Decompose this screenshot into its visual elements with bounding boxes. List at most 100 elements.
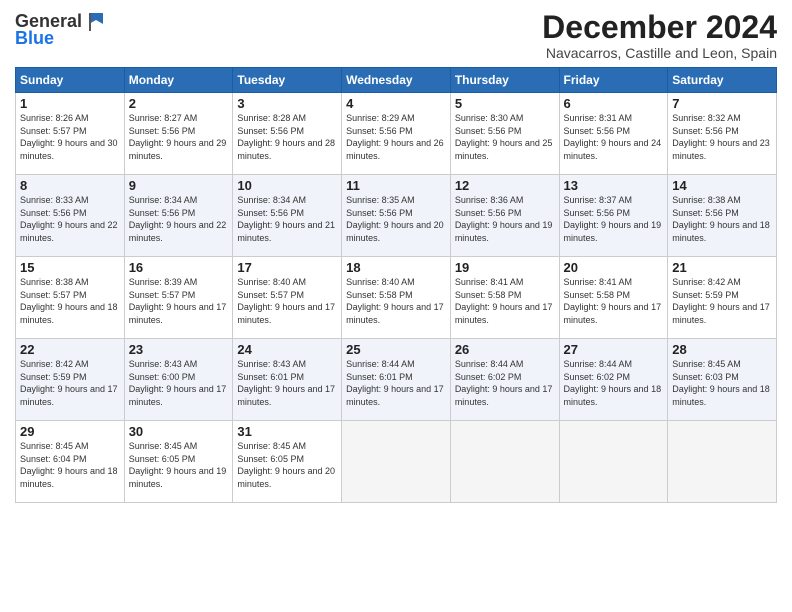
logo-text-blue: Blue	[15, 28, 54, 49]
day-number: 2	[129, 96, 229, 111]
calendar-cell	[342, 421, 451, 503]
calendar-cell: 9 Sunrise: 8:34 AM Sunset: 5:56 PM Dayli…	[124, 175, 233, 257]
day-info: Sunrise: 8:45 AM Sunset: 6:04 PM Dayligh…	[20, 440, 120, 490]
calendar-cell: 25 Sunrise: 8:44 AM Sunset: 6:01 PM Dayl…	[342, 339, 451, 421]
day-number: 17	[237, 260, 337, 275]
day-number: 9	[129, 178, 229, 193]
day-info: Sunrise: 8:41 AM Sunset: 5:58 PM Dayligh…	[564, 276, 664, 326]
calendar-cell: 15 Sunrise: 8:38 AM Sunset: 5:57 PM Dayl…	[16, 257, 125, 339]
header-friday: Friday	[559, 68, 668, 93]
page-header: General Blue December 2024 Navacarros, C…	[15, 10, 777, 61]
day-number: 22	[20, 342, 120, 357]
calendar-cell: 8 Sunrise: 8:33 AM Sunset: 5:56 PM Dayli…	[16, 175, 125, 257]
day-info: Sunrise: 8:45 AM Sunset: 6:05 PM Dayligh…	[129, 440, 229, 490]
day-number: 14	[672, 178, 772, 193]
calendar-cell: 20 Sunrise: 8:41 AM Sunset: 5:58 PM Dayl…	[559, 257, 668, 339]
day-number: 29	[20, 424, 120, 439]
week-row-1: 1 Sunrise: 8:26 AM Sunset: 5:57 PM Dayli…	[16, 93, 777, 175]
calendar-cell: 27 Sunrise: 8:44 AM Sunset: 6:02 PM Dayl…	[559, 339, 668, 421]
day-number: 13	[564, 178, 664, 193]
day-number: 12	[455, 178, 555, 193]
day-info: Sunrise: 8:30 AM Sunset: 5:56 PM Dayligh…	[455, 112, 555, 162]
calendar-cell: 2 Sunrise: 8:27 AM Sunset: 5:56 PM Dayli…	[124, 93, 233, 175]
calendar-cell: 28 Sunrise: 8:45 AM Sunset: 6:03 PM Dayl…	[668, 339, 777, 421]
calendar-cell	[450, 421, 559, 503]
calendar-cell: 4 Sunrise: 8:29 AM Sunset: 5:56 PM Dayli…	[342, 93, 451, 175]
calendar-cell: 26 Sunrise: 8:44 AM Sunset: 6:02 PM Dayl…	[450, 339, 559, 421]
calendar-cell	[668, 421, 777, 503]
day-number: 23	[129, 342, 229, 357]
day-number: 11	[346, 178, 446, 193]
calendar-cell: 18 Sunrise: 8:40 AM Sunset: 5:58 PM Dayl…	[342, 257, 451, 339]
title-block: December 2024 Navacarros, Castille and L…	[542, 10, 777, 61]
day-number: 25	[346, 342, 446, 357]
day-info: Sunrise: 8:39 AM Sunset: 5:57 PM Dayligh…	[129, 276, 229, 326]
logo-container: General Blue	[15, 10, 107, 49]
week-row-3: 15 Sunrise: 8:38 AM Sunset: 5:57 PM Dayl…	[16, 257, 777, 339]
calendar-cell: 31 Sunrise: 8:45 AM Sunset: 6:05 PM Dayl…	[233, 421, 342, 503]
header-saturday: Saturday	[668, 68, 777, 93]
day-info: Sunrise: 8:42 AM Sunset: 5:59 PM Dayligh…	[20, 358, 120, 408]
calendar-cell: 3 Sunrise: 8:28 AM Sunset: 5:56 PM Dayli…	[233, 93, 342, 175]
day-info: Sunrise: 8:45 AM Sunset: 6:05 PM Dayligh…	[237, 440, 337, 490]
calendar-cell: 13 Sunrise: 8:37 AM Sunset: 5:56 PM Dayl…	[559, 175, 668, 257]
day-info: Sunrise: 8:43 AM Sunset: 6:01 PM Dayligh…	[237, 358, 337, 408]
logo-flag-icon	[85, 10, 107, 32]
header-thursday: Thursday	[450, 68, 559, 93]
calendar-cell: 6 Sunrise: 8:31 AM Sunset: 5:56 PM Dayli…	[559, 93, 668, 175]
day-info: Sunrise: 8:28 AM Sunset: 5:56 PM Dayligh…	[237, 112, 337, 162]
day-number: 31	[237, 424, 337, 439]
day-number: 6	[564, 96, 664, 111]
calendar-cell: 10 Sunrise: 8:34 AM Sunset: 5:56 PM Dayl…	[233, 175, 342, 257]
day-number: 26	[455, 342, 555, 357]
day-info: Sunrise: 8:43 AM Sunset: 6:00 PM Dayligh…	[129, 358, 229, 408]
day-number: 24	[237, 342, 337, 357]
logo: General Blue	[15, 10, 107, 49]
day-info: Sunrise: 8:29 AM Sunset: 5:56 PM Dayligh…	[346, 112, 446, 162]
day-number: 5	[455, 96, 555, 111]
day-info: Sunrise: 8:38 AM Sunset: 5:56 PM Dayligh…	[672, 194, 772, 244]
calendar-cell: 24 Sunrise: 8:43 AM Sunset: 6:01 PM Dayl…	[233, 339, 342, 421]
day-number: 8	[20, 178, 120, 193]
day-number: 1	[20, 96, 120, 111]
day-info: Sunrise: 8:45 AM Sunset: 6:03 PM Dayligh…	[672, 358, 772, 408]
day-info: Sunrise: 8:42 AM Sunset: 5:59 PM Dayligh…	[672, 276, 772, 326]
day-info: Sunrise: 8:32 AM Sunset: 5:56 PM Dayligh…	[672, 112, 772, 162]
header-monday: Monday	[124, 68, 233, 93]
day-number: 7	[672, 96, 772, 111]
calendar-cell	[559, 421, 668, 503]
calendar-cell: 30 Sunrise: 8:45 AM Sunset: 6:05 PM Dayl…	[124, 421, 233, 503]
day-number: 4	[346, 96, 446, 111]
week-row-4: 22 Sunrise: 8:42 AM Sunset: 5:59 PM Dayl…	[16, 339, 777, 421]
day-number: 27	[564, 342, 664, 357]
header-sunday: Sunday	[16, 68, 125, 93]
day-number: 19	[455, 260, 555, 275]
calendar-cell: 7 Sunrise: 8:32 AM Sunset: 5:56 PM Dayli…	[668, 93, 777, 175]
day-number: 10	[237, 178, 337, 193]
month-title: December 2024	[542, 10, 777, 45]
calendar-cell: 21 Sunrise: 8:42 AM Sunset: 5:59 PM Dayl…	[668, 257, 777, 339]
calendar-page: General Blue December 2024 Navacarros, C…	[0, 0, 792, 612]
calendar-cell: 12 Sunrise: 8:36 AM Sunset: 5:56 PM Dayl…	[450, 175, 559, 257]
week-row-5: 29 Sunrise: 8:45 AM Sunset: 6:04 PM Dayl…	[16, 421, 777, 503]
day-info: Sunrise: 8:35 AM Sunset: 5:56 PM Dayligh…	[346, 194, 446, 244]
calendar-cell: 19 Sunrise: 8:41 AM Sunset: 5:58 PM Dayl…	[450, 257, 559, 339]
day-info: Sunrise: 8:40 AM Sunset: 5:57 PM Dayligh…	[237, 276, 337, 326]
location-subtitle: Navacarros, Castille and Leon, Spain	[542, 45, 777, 61]
day-info: Sunrise: 8:33 AM Sunset: 5:56 PM Dayligh…	[20, 194, 120, 244]
day-number: 15	[20, 260, 120, 275]
day-info: Sunrise: 8:40 AM Sunset: 5:58 PM Dayligh…	[346, 276, 446, 326]
calendar-cell: 5 Sunrise: 8:30 AM Sunset: 5:56 PM Dayli…	[450, 93, 559, 175]
header-wednesday: Wednesday	[342, 68, 451, 93]
day-number: 30	[129, 424, 229, 439]
day-info: Sunrise: 8:44 AM Sunset: 6:02 PM Dayligh…	[455, 358, 555, 408]
day-info: Sunrise: 8:37 AM Sunset: 5:56 PM Dayligh…	[564, 194, 664, 244]
calendar-table: Sunday Monday Tuesday Wednesday Thursday…	[15, 67, 777, 503]
calendar-cell: 17 Sunrise: 8:40 AM Sunset: 5:57 PM Dayl…	[233, 257, 342, 339]
calendar-cell: 23 Sunrise: 8:43 AM Sunset: 6:00 PM Dayl…	[124, 339, 233, 421]
day-info: Sunrise: 8:38 AM Sunset: 5:57 PM Dayligh…	[20, 276, 120, 326]
day-info: Sunrise: 8:27 AM Sunset: 5:56 PM Dayligh…	[129, 112, 229, 162]
calendar-cell: 16 Sunrise: 8:39 AM Sunset: 5:57 PM Dayl…	[124, 257, 233, 339]
day-number: 16	[129, 260, 229, 275]
calendar-cell: 29 Sunrise: 8:45 AM Sunset: 6:04 PM Dayl…	[16, 421, 125, 503]
